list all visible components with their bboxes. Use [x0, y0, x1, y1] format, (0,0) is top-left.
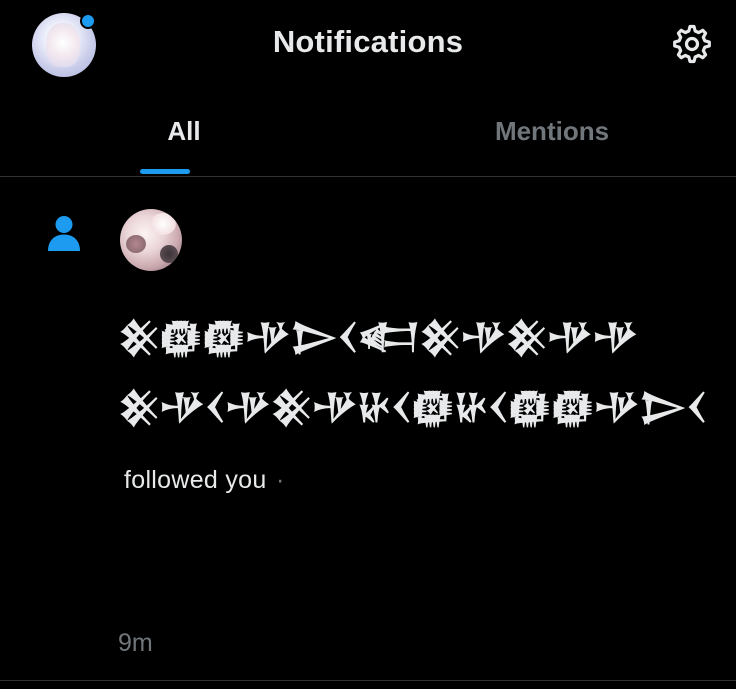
- tab-all-label: All: [167, 116, 201, 146]
- tab-all[interactable]: All: [0, 90, 368, 176]
- settings-button[interactable]: [668, 20, 716, 68]
- divider: [0, 680, 736, 681]
- actor-avatar[interactable]: [120, 209, 182, 271]
- separator-dot: ·: [276, 466, 285, 494]
- gear-icon: [673, 24, 711, 64]
- notification-tabs: All Mentions: [0, 90, 736, 176]
- person-icon: [44, 213, 84, 253]
- header-bar: Notifications: [0, 0, 736, 90]
- notification-message: 𒆜𒁈𒁈𒋩𒆕𒌋𒅗𒆜𒋩𒆜𒋩𒋩𒆜𒋩𒌋𒋩𒆜𒋩𒄩𒌋𒁈𒄩𒌋𒁈𒁈𒋩𒆕𒌋 followed you…: [118, 302, 718, 515]
- notification-item[interactable]: 𒆜𒁈𒁈𒋩𒆕𒌋𒅗𒆜𒋩𒆜𒋩𒋩𒆜𒋩𒌋𒋩𒆜𒋩𒄩𒌋𒁈𒄩𒌋𒁈𒁈𒋩𒆕𒌋 followed you…: [0, 177, 736, 680]
- timestamp: 9m: [118, 629, 153, 657]
- page-title: Notifications: [272, 24, 464, 59]
- active-tab-indicator: [140, 169, 190, 174]
- action-text: followed you: [124, 466, 267, 494]
- tab-mentions-label: Mentions: [494, 116, 610, 146]
- tab-mentions[interactable]: Mentions: [368, 90, 736, 176]
- actor-name-link[interactable]: 𒆜𒁈𒁈𒋩𒆕𒌋𒅗𒆜𒋩𒆜𒋩𒋩𒆜𒋩𒌋𒋩𒆜𒋩𒄩𒌋𒁈𒄩𒌋𒁈𒁈𒋩𒆕𒌋: [118, 317, 707, 427]
